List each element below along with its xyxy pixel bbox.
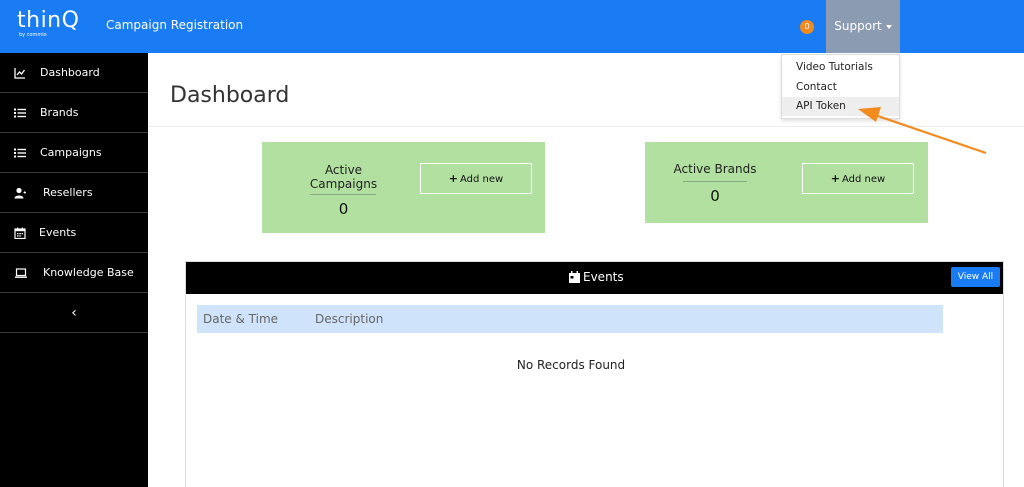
sidebar-collapse-button[interactable]: ‹ [0,293,148,333]
top-navbar: thinQ by commio Campaign Registration 0 … [0,0,1024,53]
sidebar-item-campaigns[interactable]: Campaigns [0,133,148,173]
sidebar-item-brands[interactable]: Brands [0,93,148,133]
notification-badge[interactable]: 0 [800,20,814,34]
card-divider [310,194,376,195]
events-table-header: Date & Time Description [197,305,943,333]
caret-down-icon [885,24,892,29]
users-icon [14,187,26,199]
plus-icon: + [830,172,840,185]
list-icon [14,148,26,158]
column-header-description[interactable]: Description [315,312,383,326]
logo-text: thinQ [17,8,80,33]
support-menu-button[interactable]: Support [826,0,900,53]
events-title: Events [583,270,624,284]
sidebar-item-label: Resellers [43,186,93,199]
sidebar-item-resellers[interactable]: Resellers [0,173,148,213]
calendar-icon [569,271,580,283]
add-campaign-button[interactable]: + Add new [420,163,532,194]
list-icon [14,108,26,118]
chart-icon [14,68,26,79]
add-new-label: Add new [460,174,504,185]
app-title[interactable]: Campaign Registration [106,18,243,32]
sidebar-item-label: Brands [40,106,79,119]
calendar-icon [14,227,26,239]
sidebar-item-knowledge-base[interactable]: Knowledge Base [0,253,148,293]
card-title: Active Brands [670,162,760,176]
support-label: Support [834,19,882,33]
sidebar-item-dashboard[interactable]: Dashboard [0,53,148,93]
sidebar-item-label: Knowledge Base [43,266,134,279]
column-header-date-time[interactable]: Date & Time [203,312,278,326]
events-panel: Events View All Date & Time Description … [185,261,1004,487]
active-campaigns-count: 0 [338,200,349,218]
chevron-left-icon: ‹ [71,305,77,321]
add-new-label: Add new [842,174,886,185]
card-divider [683,181,747,182]
card-title-line: Campaigns [309,177,378,191]
laptop-icon [15,268,27,278]
card-title-line: Active Brands [673,162,757,176]
annotation-arrow [858,107,987,155]
view-all-button[interactable]: View All [951,267,1000,287]
plus-icon: + [448,172,458,185]
sidebar-item-label: Dashboard [40,66,100,79]
active-campaigns-card: Active Campaigns 0 + Add new [262,142,545,233]
empty-state-text: No Records Found [516,358,626,372]
page-title: Dashboard [170,83,290,108]
active-brands-count: 0 [710,187,720,205]
sidebar-item-events[interactable]: Events [0,213,148,253]
card-title: Active Campaigns [302,163,385,191]
sidebar: Dashboard Brands Campaigns Resellers Eve… [0,53,148,487]
events-header: Events View All [186,262,1003,294]
menu-item-video-tutorials[interactable]: Video Tutorials [782,58,899,77]
card-title-line: Active [324,163,363,177]
sidebar-item-label: Campaigns [40,146,102,159]
thinq-logo[interactable]: thinQ by commio [17,10,85,42]
add-brand-button[interactable]: + Add new [802,163,914,194]
sidebar-item-label: Events [39,226,77,239]
